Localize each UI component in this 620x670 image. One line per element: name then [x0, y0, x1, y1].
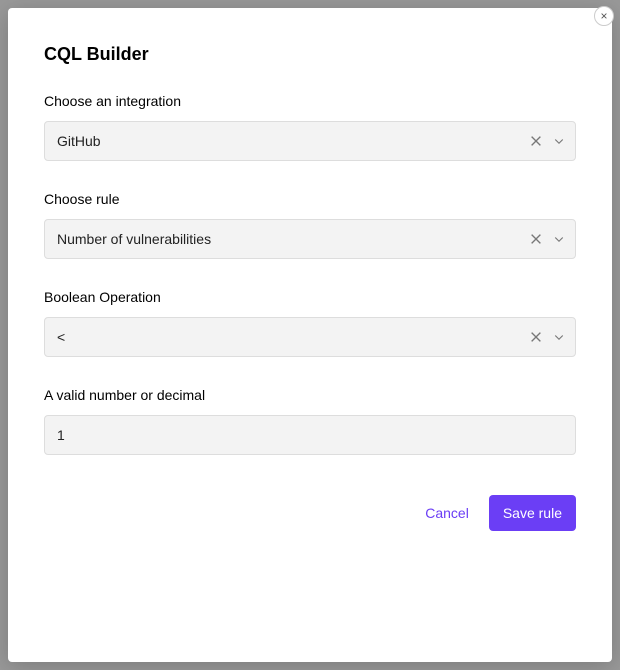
- integration-select[interactable]: GitHub: [44, 121, 576, 161]
- rule-label: Choose rule: [44, 191, 576, 207]
- clear-icon[interactable]: [529, 134, 543, 148]
- save-rule-button[interactable]: Save rule: [489, 495, 576, 531]
- integration-value: GitHub: [57, 133, 529, 149]
- number-input[interactable]: [44, 415, 576, 455]
- rule-select-icons: [529, 232, 565, 246]
- integration-label: Choose an integration: [44, 93, 576, 109]
- modal-title: CQL Builder: [44, 44, 576, 65]
- number-label: A valid number or decimal: [44, 387, 576, 403]
- rule-select[interactable]: Number of vulnerabilities: [44, 219, 576, 259]
- boolean-op-field: Boolean Operation <: [44, 289, 576, 357]
- integration-select-icons: [529, 134, 565, 148]
- clear-icon[interactable]: [529, 232, 543, 246]
- integration-field: Choose an integration GitHub: [44, 93, 576, 161]
- modal-footer: Cancel Save rule: [44, 495, 576, 531]
- boolean-op-select-icons: [529, 330, 565, 344]
- clear-icon[interactable]: [529, 330, 543, 344]
- boolean-op-label: Boolean Operation: [44, 289, 576, 305]
- cql-builder-modal: × CQL Builder Choose an integration GitH…: [8, 8, 612, 662]
- boolean-op-value: <: [57, 329, 529, 345]
- boolean-op-select[interactable]: <: [44, 317, 576, 357]
- rule-field: Choose rule Number of vulnerabilities: [44, 191, 576, 259]
- chevron-down-icon[interactable]: [553, 233, 565, 245]
- cancel-button[interactable]: Cancel: [425, 505, 469, 521]
- number-field: A valid number or decimal: [44, 387, 576, 455]
- chevron-down-icon[interactable]: [553, 331, 565, 343]
- chevron-down-icon[interactable]: [553, 135, 565, 147]
- close-icon: ×: [600, 10, 607, 22]
- close-button[interactable]: ×: [594, 6, 614, 26]
- rule-value: Number of vulnerabilities: [57, 231, 529, 247]
